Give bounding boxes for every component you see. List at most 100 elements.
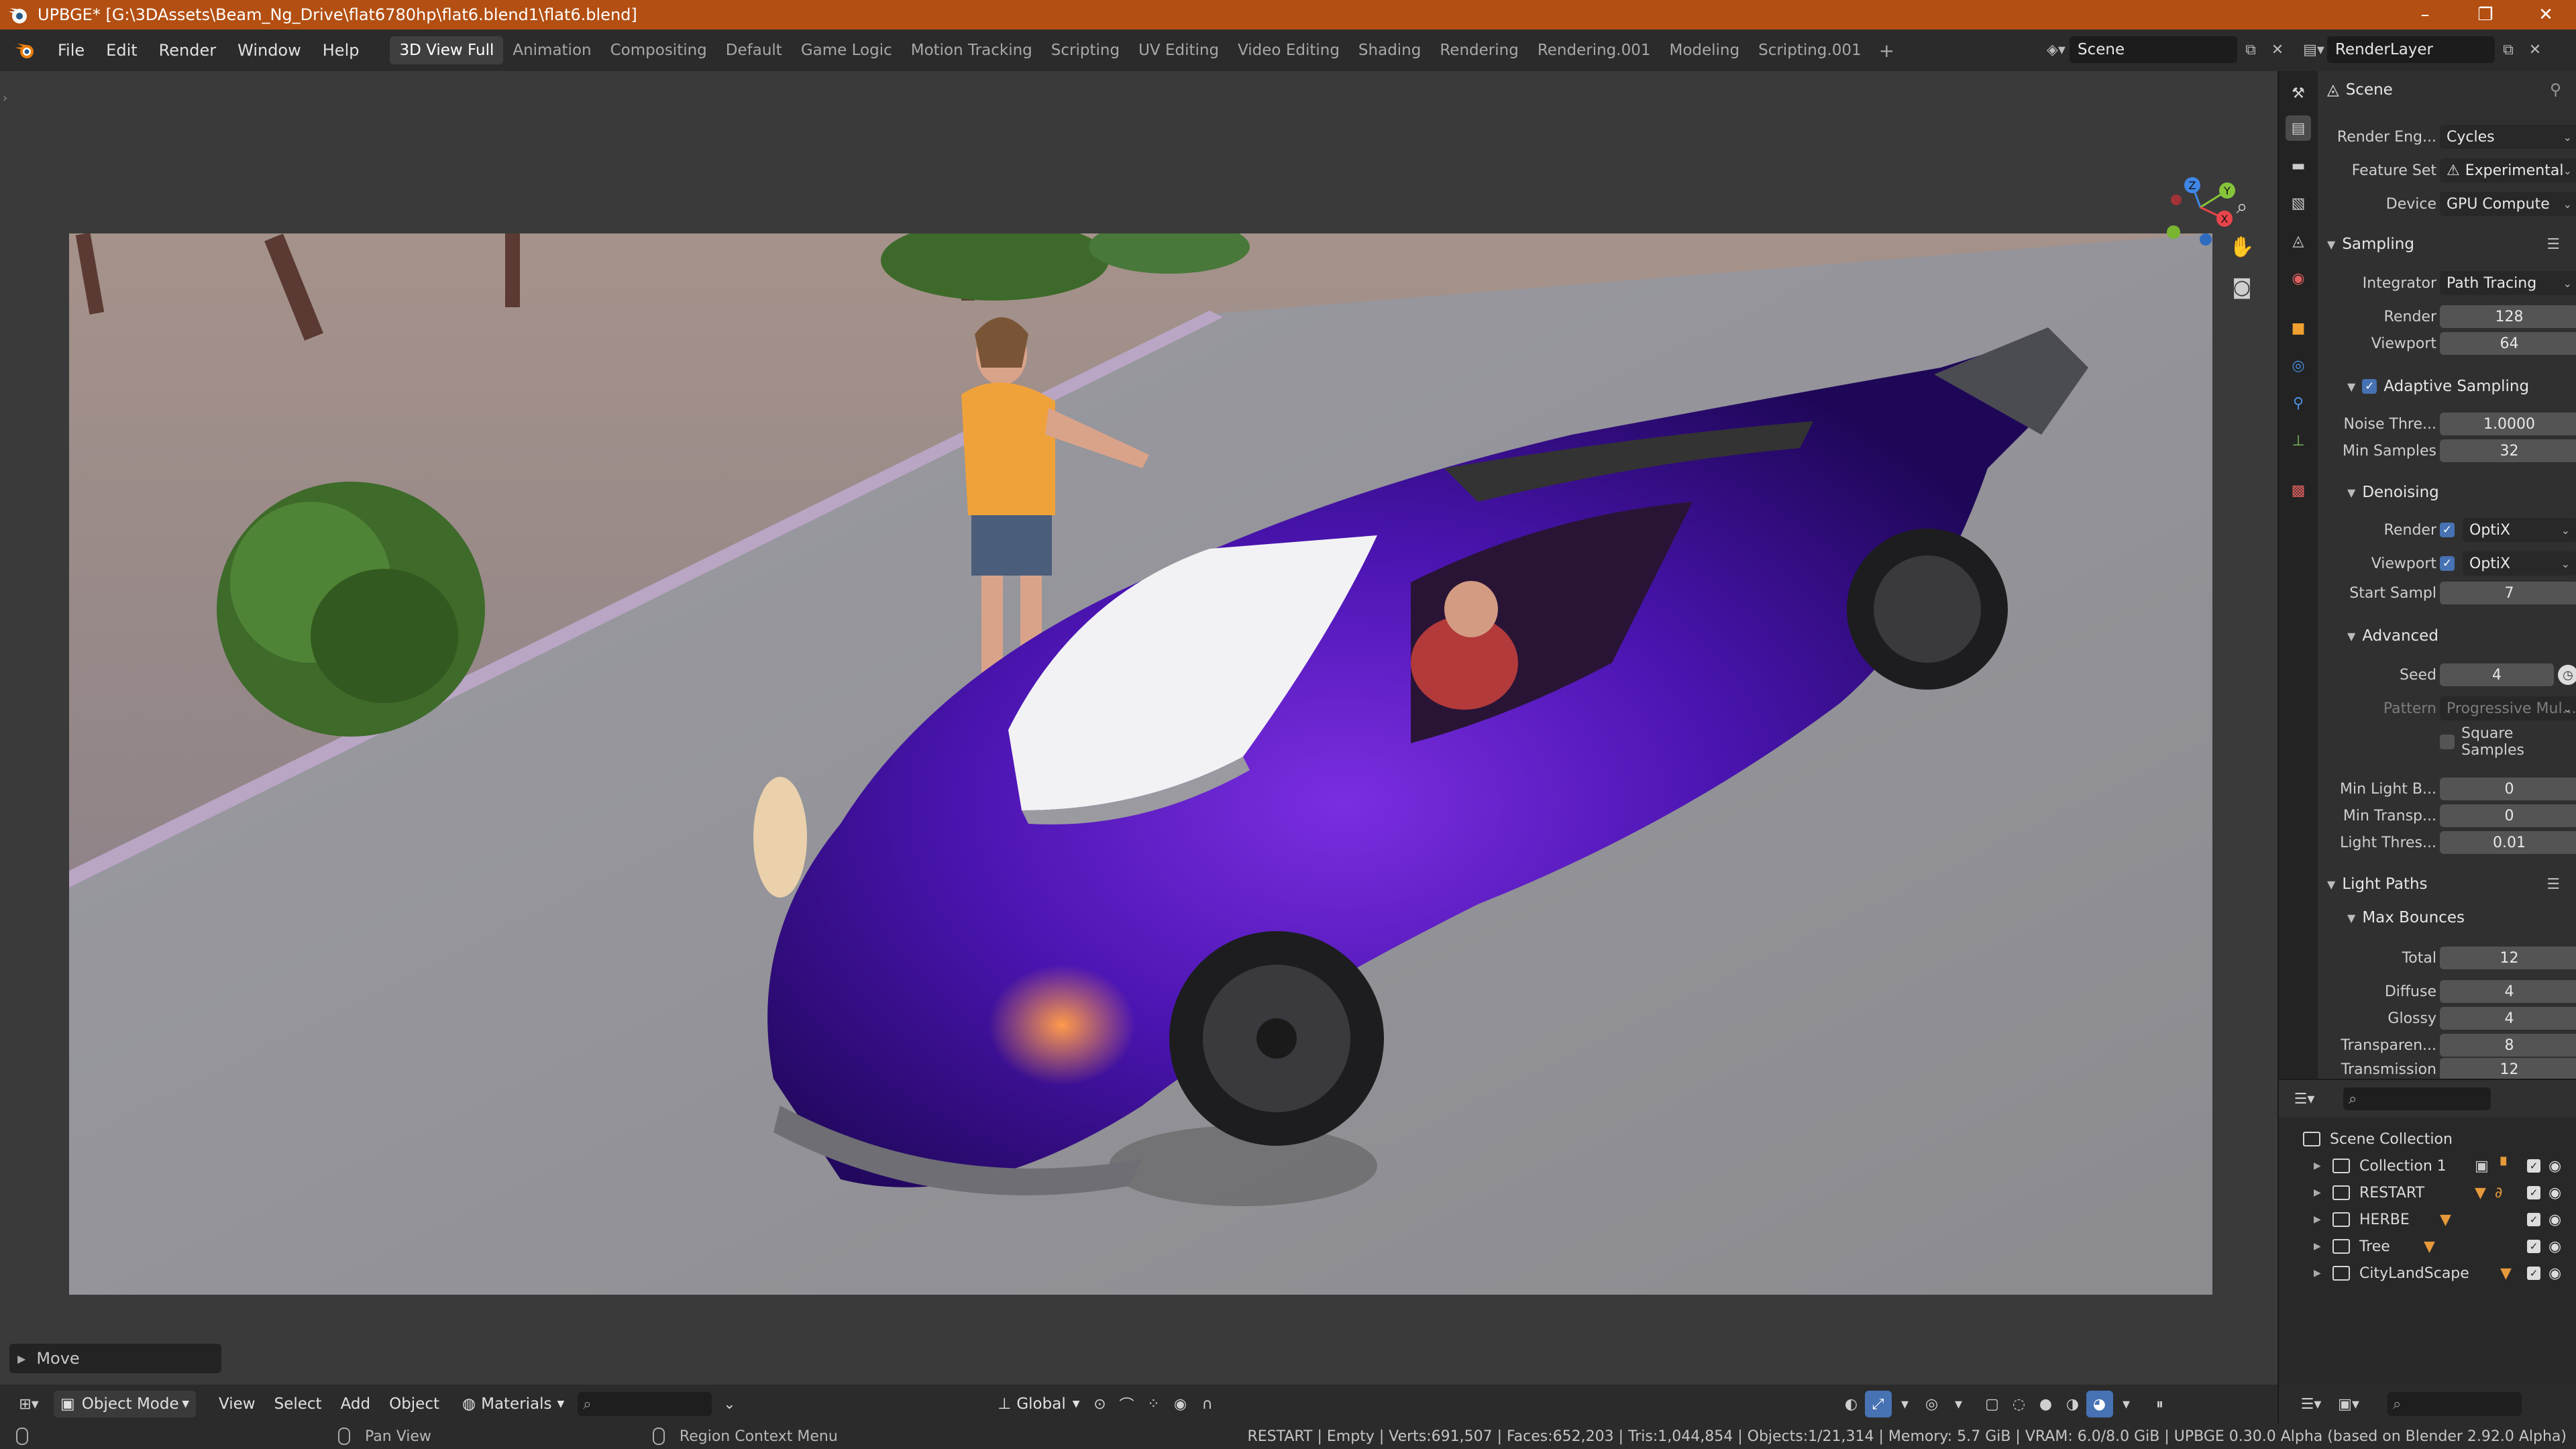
overlay-icon[interactable]: ◎ [1919, 1391, 1945, 1417]
filter-funnel-icon[interactable]: ▼ [2440, 1212, 2451, 1228]
expand-triangle-icon[interactable]: ▶ [2314, 1241, 2321, 1252]
tab-motion-tracking[interactable]: Motion Tracking [902, 36, 1042, 64]
filter-clear-icon[interactable]: ⌄ [716, 1391, 743, 1417]
menu-file[interactable]: File [47, 37, 95, 64]
rendered-shading-icon[interactable]: ◕ [2086, 1391, 2113, 1417]
blender-logo-icon[interactable] [13, 39, 36, 62]
transmission-bounces-field[interactable]: 12 [2440, 1058, 2576, 1081]
menu-object[interactable]: Object [380, 1395, 449, 1413]
minimize-button[interactable]: – [2395, 0, 2455, 30]
expand-triangle-icon[interactable]: ▶ [2314, 1268, 2321, 1279]
outliner-row-herbe[interactable]: ▶ HERBE ▼ ✓ ◉ [2279, 1206, 2576, 1233]
object-visibility-icon[interactable]: ◐ [1838, 1391, 1865, 1417]
new-scene-icon[interactable]: ⧉ [2237, 36, 2264, 63]
tab-uv-editing[interactable]: UV Editing [1129, 36, 1228, 64]
transform-orientation-dropdown[interactable]: ⊥ Global ▼ [991, 1391, 1086, 1417]
view-layer-tab-icon[interactable]: ▧ [2286, 191, 2311, 216]
integrator-dropdown[interactable]: Path Tracing ⌄ [2440, 271, 2576, 295]
xray-icon[interactable]: ▢ [1979, 1391, 2006, 1417]
pivot-point-icon[interactable]: ⊙ [1087, 1391, 1114, 1417]
outliner-row-scene-collection[interactable]: Scene Collection [2279, 1126, 2576, 1152]
menu-select[interactable]: Select [265, 1395, 331, 1413]
view-layer-browse-icon[interactable]: ▤▾ [2300, 36, 2327, 63]
include-collection-checkbox[interactable]: ✓ [2527, 1213, 2540, 1226]
pause-render-icon[interactable]: ⏸ [2147, 1391, 2174, 1417]
shading-dropdown[interactable]: ◍ Materials ▼ [455, 1391, 571, 1417]
menu-help[interactable]: Help [312, 37, 370, 64]
outliner-row-citylandscape[interactable]: ▶ CityLandScape ▼ ✓ ◉ [2279, 1260, 2576, 1287]
add-workspace-button[interactable]: + [1871, 37, 1902, 64]
toolbar-expand-icon[interactable]: › [3, 91, 7, 105]
include-collection-checkbox[interactable]: ✓ [2527, 1186, 2540, 1199]
transparency-bounces-field[interactable]: 8 [2440, 1034, 2576, 1057]
expand-triangle-icon[interactable]: ▶ [2314, 1161, 2321, 1171]
tab-3d-view-full[interactable]: 3D View Full [390, 36, 504, 64]
tab-shading[interactable]: Shading [1349, 36, 1430, 64]
menu-view[interactable]: View [209, 1395, 265, 1413]
render-samples-field[interactable]: 128 [2440, 305, 2576, 328]
constraint-icon[interactable]: ∂ [2495, 1185, 2502, 1201]
adaptive-sampling-checkbox[interactable]: ✓ [2362, 379, 2377, 394]
visibility-eye-icon[interactable]: ◉ [2548, 1212, 2561, 1228]
menu-edit[interactable]: Edit [95, 37, 148, 64]
shading-dropdown-icon[interactable]: ▾ [2113, 1391, 2140, 1417]
menu-render[interactable]: Render [148, 37, 227, 64]
min-samples-field[interactable]: 32 [2440, 439, 2576, 462]
zoom-icon[interactable]: ⌕ [2227, 192, 2257, 221]
pan-hand-icon[interactable]: ✋ [2227, 232, 2257, 262]
expand-triangle-icon[interactable]: ▶ [2314, 1187, 2321, 1198]
outliner-display-mode-icon[interactable]: ☰▾ [2286, 1085, 2323, 1112]
tool-tab-icon[interactable]: ⚒ [2286, 80, 2311, 106]
world-tab-icon[interactable]: ◉ [2286, 266, 2311, 291]
filter-funnel-icon[interactable]: ▼ [2500, 1265, 2512, 1282]
menu-add[interactable]: Add [331, 1395, 380, 1413]
snap-icon[interactable]: ⌒ [1114, 1391, 1140, 1417]
denoise-render-dropdown[interactable]: OptiX ⌄ [2463, 518, 2576, 542]
filter-funnel-icon[interactable]: ▼ [2475, 1185, 2486, 1201]
footer-search-input[interactable]: ⌕ [2387, 1392, 2522, 1416]
view-layer-field[interactable]: RenderLayer [2327, 36, 2495, 63]
feature-set-dropdown[interactable]: ⚠ Experimental ⌄ [2440, 158, 2576, 182]
denoise-viewport-checkbox[interactable]: ✓ [2440, 556, 2455, 571]
outliner-search-input[interactable]: ⌕ [2343, 1087, 2491, 1110]
presets-list-icon[interactable]: ☰ [2546, 876, 2560, 893]
noise-threshold-field[interactable]: 1.0000 [2440, 413, 2576, 435]
data-icon[interactable]: ▝ [2495, 1158, 2506, 1175]
sampling-panel-header[interactable]: ▼ Sampling ☰ [2318, 229, 2576, 259]
visibility-eye-icon[interactable]: ◉ [2548, 1238, 2561, 1255]
light-paths-panel-header[interactable]: ▼ Light Paths ☰ [2318, 869, 2576, 899]
scene-browse-icon[interactable]: ◈▾ [2043, 36, 2070, 63]
outliner-row-restart[interactable]: ▶ RESTART ▼ ∂ ✓ ◉ [2279, 1179, 2576, 1206]
gizmo-dropdown-icon[interactable]: ▾ [1892, 1391, 1919, 1417]
tab-modeling[interactable]: Modeling [1660, 36, 1749, 64]
tab-rendering[interactable]: Rendering [1430, 36, 1527, 64]
expand-triangle-icon[interactable]: ▶ [2314, 1214, 2321, 1225]
include-collection-checkbox[interactable]: ✓ [2527, 1267, 2540, 1280]
pattern-dropdown[interactable]: Progressive Mul... ⌄ [2440, 696, 2576, 720]
filter-funnel-icon[interactable]: ▼ [2424, 1238, 2435, 1255]
min-transparent-field[interactable]: 0 [2440, 804, 2576, 827]
mode-dropdown[interactable]: ▣ Object Mode ▼ [54, 1391, 196, 1417]
tab-default[interactable]: Default [716, 36, 792, 64]
last-operator-panel[interactable]: ▶ Move [9, 1344, 221, 1373]
scene-tab-icon[interactable]: ◬ [2286, 228, 2311, 254]
physics-tab-icon[interactable]: ◎ [2286, 353, 2311, 378]
gizmo-neg-y-axis[interactable] [2167, 225, 2180, 239]
constraints-tab-icon[interactable]: ⚲ [2286, 390, 2311, 416]
object-tab-icon[interactable]: ■ [2286, 315, 2311, 341]
visibility-eye-icon[interactable]: ◉ [2548, 1158, 2561, 1175]
tab-video-editing[interactable]: Video Editing [1228, 36, 1349, 64]
gizmo-neg-z-axis[interactable] [2200, 233, 2212, 246]
advanced-header[interactable]: ▼ Advanced [2318, 621, 2576, 651]
editor-type-icon[interactable]: ⊞▾ [11, 1391, 47, 1417]
data-tab-icon[interactable]: ⊥ [2286, 428, 2311, 453]
camera-view-icon[interactable]: ◙ [2227, 272, 2257, 302]
tab-rendering-001[interactable]: Rendering.001 [1528, 36, 1660, 64]
outliner-row-collection-1[interactable]: ▶ Collection 1 ▣ ▝ ✓ ◉ [2279, 1152, 2576, 1179]
output-tab-icon[interactable]: ▬ [2286, 153, 2311, 178]
camera-object-icon[interactable]: ▣ [2475, 1158, 2489, 1175]
new-view-layer-icon[interactable]: ⧉ [2495, 36, 2522, 63]
tab-scripting-001[interactable]: Scripting.001 [1749, 36, 1871, 64]
gizmo-neg-x-axis[interactable] [2171, 195, 2182, 205]
light-threshold-field[interactable]: 0.01 [2440, 831, 2576, 854]
